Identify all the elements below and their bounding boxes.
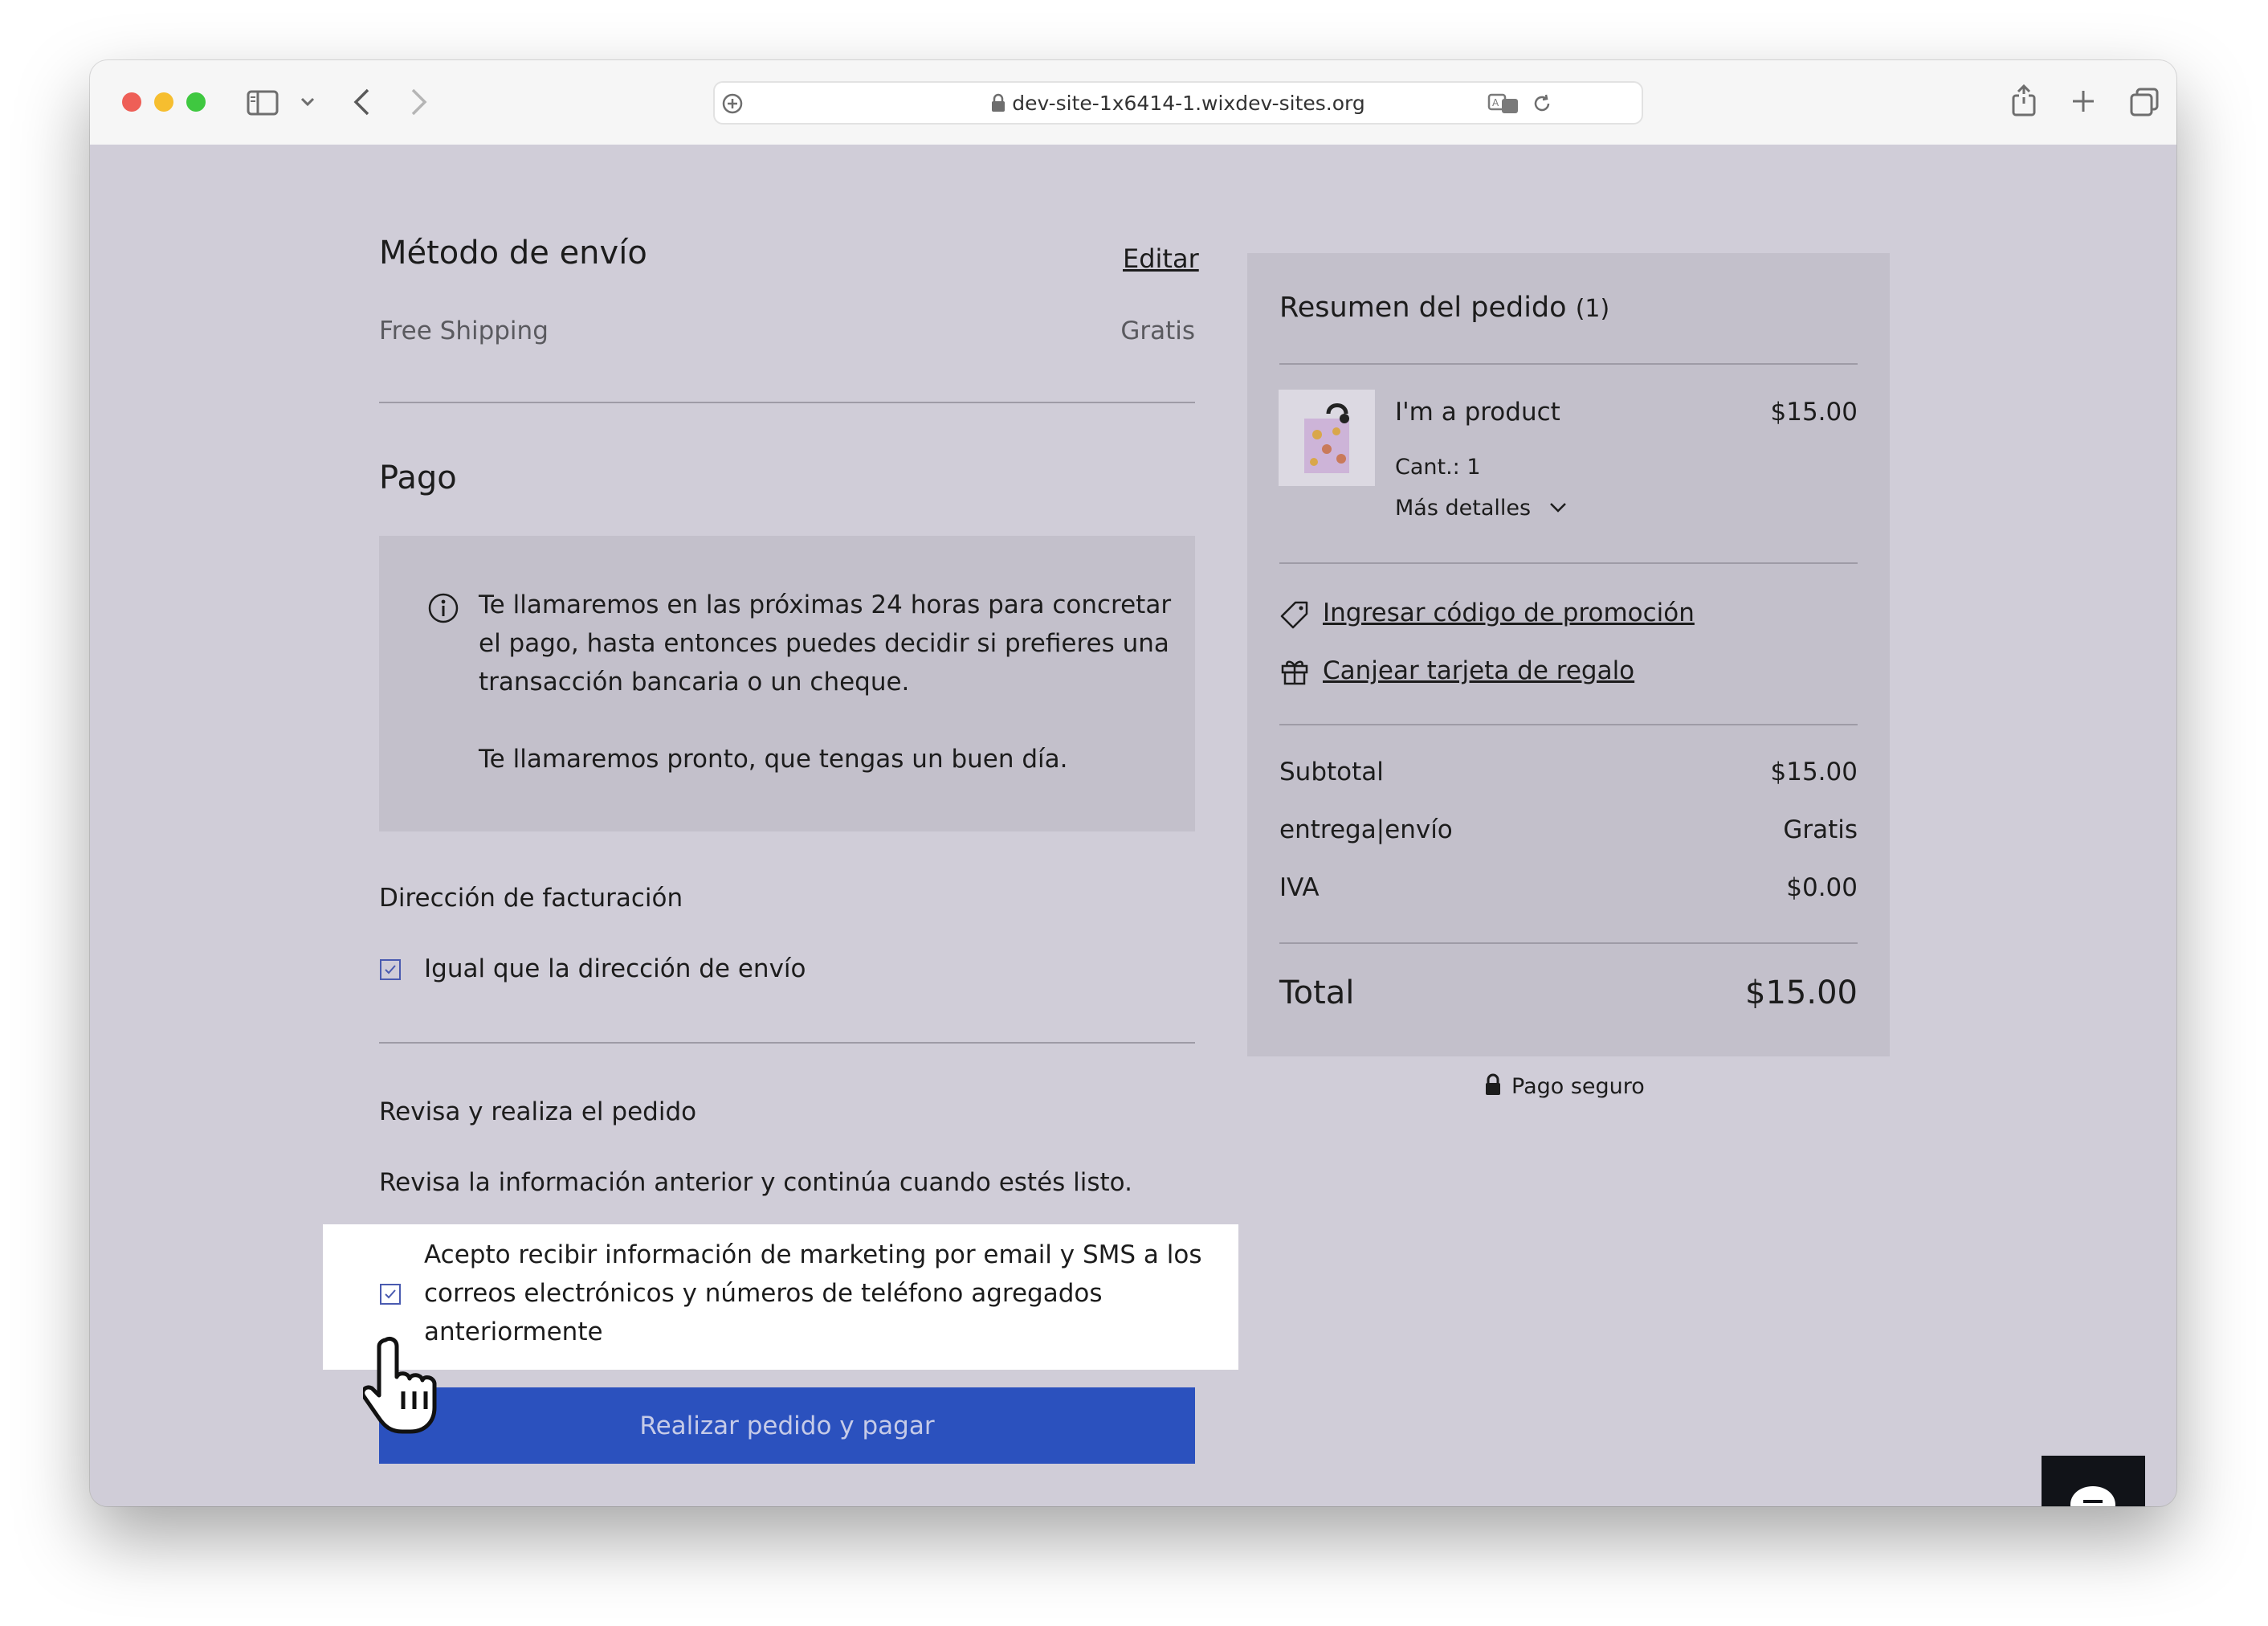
edit-shipping-link[interactable]: Editar [1123,243,1199,274]
subtotal-label: Subtotal [1279,758,1384,786]
checkout-page: Método de envío Editar Free Shipping Gra… [90,145,2176,1506]
lock-icon [992,93,1006,112]
order-summary-count: (1) [1575,295,1610,323]
hand-cursor-icon [363,1336,437,1434]
subtotal-value: $15.00 [1770,758,1858,786]
tab-overview-icon[interactable] [2129,87,2160,117]
address-bar[interactable]: dev-site-1x6414-1.wixdev-sites.org A [713,81,1643,125]
marketing-consent-line: correos electrónicos y números de teléfo… [424,1279,1103,1308]
product-bag-icon [1304,403,1349,473]
payment-info-line: el pago, hasta entonces puedes decidir s… [479,629,1169,658]
chevron-down-icon [1549,503,1566,513]
divider [1279,942,1858,944]
chevron-down-icon[interactable] [300,97,315,107]
translate-icon[interactable]: A [1487,92,1519,115]
review-title: Revisa y realiza el pedido [379,1097,697,1126]
lock-icon [1486,1073,1500,1095]
secure-payment: Pago seguro [1484,1073,1645,1099]
payment-info-line: Te llamaremos en las próximas 24 horas p… [479,590,1172,619]
payment-info-box: Te llamaremos en las próximas 24 horas p… [379,536,1195,831]
svg-text:A: A [1492,97,1499,108]
divider [379,1042,1195,1044]
promo-code-link[interactable]: Ingresar código de promoción [1323,599,1695,627]
review-description: Revisa la información anterior y continú… [379,1168,1132,1197]
shipping-method-name: Free Shipping [379,317,549,345]
shipping-value: Gratis [1783,815,1858,844]
zoom-window-button[interactable] [186,92,206,112]
url-text: dev-site-1x6414-1.wixdev-sites.org [1012,92,1365,115]
product-image [1279,390,1375,486]
tax-value: $0.00 [1786,873,1858,902]
product-price: $15.00 [1770,398,1858,427]
info-icon [428,593,459,623]
divider [379,402,1195,403]
reload-icon[interactable] [1531,92,1553,115]
total-value: $15.00 [1745,974,1858,1011]
new-tab-icon[interactable] [2070,88,2096,114]
billing-address-title: Dirección de facturación [379,884,683,913]
marketing-consent-checkbox[interactable] [380,1284,401,1305]
shipping-method-price: Gratis [1120,317,1195,345]
order-summary-panel: Resumen del pedido (1) I'm a product $15… [1247,253,1890,1056]
same-address-checkbox[interactable] [380,959,401,980]
payment-info-closing: Te llamaremos pronto, que tengas un buen… [479,745,1068,774]
payment-title: Pago [379,460,457,496]
forward-icon[interactable] [410,88,429,116]
checkmark-icon [385,965,396,974]
order-summary-title: Resumen del pedido [1279,292,1567,324]
more-details-label: Más detalles [1395,496,1532,521]
browser-toolbar: dev-site-1x6414-1.wixdev-sites.org A [90,60,2176,145]
shipping-method-title: Método de envío [379,235,647,272]
chat-button[interactable] [2042,1456,2145,1506]
place-order-button[interactable]: Realizar pedido y pagar [379,1387,1195,1464]
shipping-label: entrega|envío [1279,815,1453,844]
checkmark-icon [385,1289,396,1299]
marketing-consent-line: Acepto recibir información de marketing … [424,1240,1202,1269]
total-label: Total [1279,974,1355,1011]
browser-window: dev-site-1x6414-1.wixdev-sites.org A Mét… [90,60,2176,1506]
payment-info-line: transacción bancaria o un cheque. [479,668,910,697]
sidebar-icon[interactable] [247,90,279,116]
tax-label: IVA [1279,873,1320,902]
more-details-toggle[interactable]: Más detalles [1395,496,1567,521]
chat-icon [2070,1486,2115,1506]
product-name: I'm a product [1395,398,1560,427]
close-window-button[interactable] [122,92,141,112]
gift-icon [1281,660,1308,685]
minimize-window-button[interactable] [154,92,173,112]
tag-icon [1280,601,1308,629]
divider [1279,724,1858,725]
gift-card-link[interactable]: Canjear tarjeta de regalo [1323,656,1634,685]
product-quantity: Cant.: 1 [1395,455,1481,480]
divider [1279,363,1858,365]
same-address-label: Igual que la dirección de envío [424,954,806,983]
share-icon[interactable] [2011,84,2037,116]
back-icon[interactable] [352,88,371,116]
divider [1279,562,1858,564]
secure-payment-label: Pago seguro [1511,1074,1645,1099]
